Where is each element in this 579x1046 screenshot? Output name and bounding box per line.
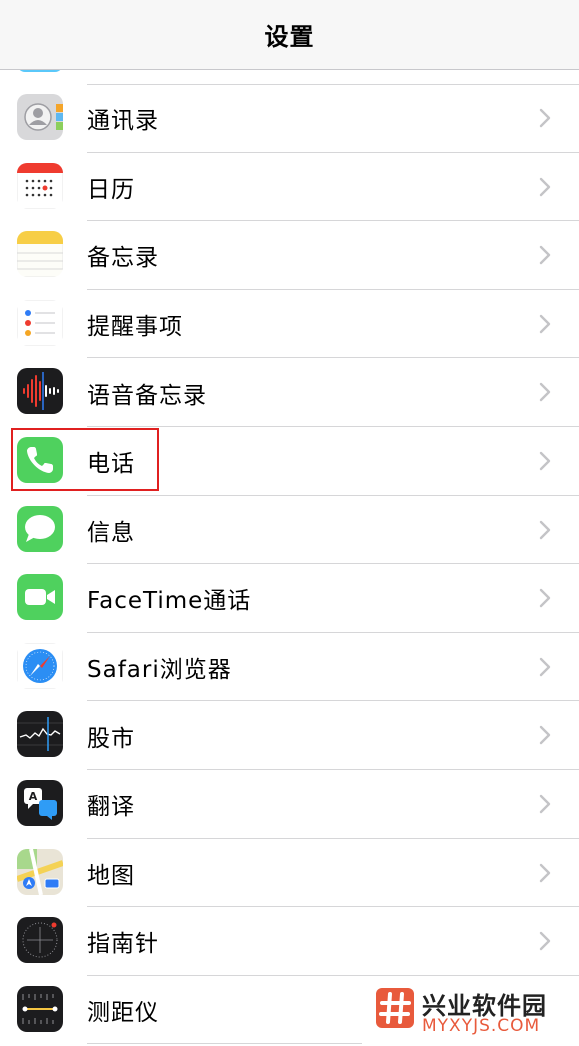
chevron-right-icon <box>539 931 551 951</box>
settings-item-label: 翻译 <box>87 794 135 821</box>
settings-item-maps[interactable]: 地图 <box>0 839 579 908</box>
settings-item-label: 语音备忘录 <box>87 382 207 409</box>
settings-item-contacts[interactable]: 通讯录 <box>0 84 579 153</box>
hash-logo-icon <box>376 988 414 1028</box>
compass-icon <box>17 917 63 964</box>
settings-item-label: 指南针 <box>87 931 159 958</box>
page-title: 设置 <box>264 23 315 51</box>
settings-item-label: 股市 <box>87 725 135 752</box>
settings-item-compass[interactable]: 指南针 <box>0 907 579 976</box>
chevron-right-icon <box>539 108 551 128</box>
chevron-right-icon <box>539 383 551 402</box>
chevron-right-icon <box>539 451 551 471</box>
settings-item-translate[interactable]: A 翻译 <box>0 770 579 839</box>
settings-item-facetime[interactable]: FaceTime通话 <box>0 564 579 633</box>
settings-list: 通讯录 日历 备忘录 提醒事项 语音备忘录 电话 信息 FaceTime通话 S… <box>0 84 579 1045</box>
stocks-icon <box>17 711 63 758</box>
settings-item-label: 信息 <box>87 519 135 546</box>
voice-memos-icon <box>17 368 63 415</box>
settings-item-calendar[interactable]: 日历 <box>0 153 579 222</box>
measure-icon <box>17 985 63 1032</box>
settings-item-stocks[interactable]: 股市 <box>0 701 579 770</box>
contacts-icon <box>17 94 63 140</box>
safari-icon <box>17 642 63 689</box>
messages-icon <box>17 505 63 552</box>
settings-item-label: 备忘录 <box>87 245 159 272</box>
settings-item-label: 日历 <box>87 176 135 203</box>
settings-item-notes[interactable]: 备忘录 <box>0 221 579 290</box>
chevron-right-icon <box>539 520 551 539</box>
watermark: 兴业软件园 MYXYJS.COM <box>368 982 579 1046</box>
chevron-right-icon <box>539 245 551 265</box>
settings-item-voice-memos[interactable]: 语音备忘录 <box>0 358 579 427</box>
settings-item-label: Safari浏览器 <box>87 657 232 684</box>
chevron-right-icon <box>539 314 551 333</box>
calendar-icon <box>17 162 63 209</box>
nav-bar: 设置 <box>0 0 579 70</box>
chevron-right-icon <box>539 588 551 608</box>
chevron-right-icon <box>539 177 551 196</box>
settings-item-messages[interactable]: 信息 <box>0 496 579 565</box>
watermark-subtitle: MYXYJS.COM <box>422 1016 541 1036</box>
settings-item-label: FaceTime通话 <box>87 588 252 615</box>
chevron-right-icon <box>539 726 551 745</box>
maps-icon <box>17 848 63 895</box>
settings-item-reminders[interactable]: 提醒事项 <box>0 290 579 359</box>
notes-icon <box>17 231 63 278</box>
svg-text:A: A <box>29 790 38 803</box>
chevron-right-icon <box>539 863 551 882</box>
separator <box>87 1043 362 1045</box>
chevron-right-icon <box>539 657 551 676</box>
phone-highlight-box <box>11 428 159 491</box>
settings-item-safari[interactable]: Safari浏览器 <box>0 633 579 702</box>
settings-item-label: 地图 <box>87 862 135 889</box>
chevron-right-icon <box>539 794 551 814</box>
translate-icon: A <box>17 779 63 826</box>
settings-item-label: 提醒事项 <box>87 314 183 341</box>
reminders-icon <box>17 299 63 346</box>
settings-item-label: 测距仪 <box>87 1000 159 1027</box>
settings-item-label: 通讯录 <box>87 108 159 135</box>
facetime-icon <box>17 574 63 621</box>
